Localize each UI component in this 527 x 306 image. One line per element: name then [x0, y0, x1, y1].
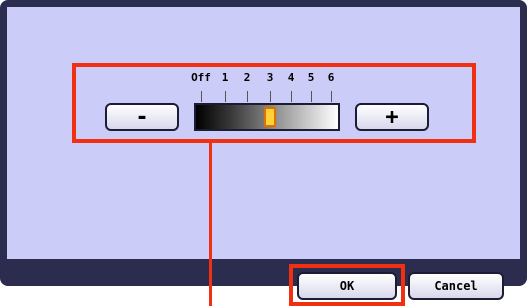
cancel-button-label: Cancel	[434, 279, 478, 293]
ok-callout-box	[289, 264, 405, 306]
cancel-button[interactable]: Cancel	[408, 272, 504, 300]
density-callout-box	[72, 63, 476, 143]
device-panel	[0, 0, 527, 286]
callout-line	[209, 143, 212, 306]
